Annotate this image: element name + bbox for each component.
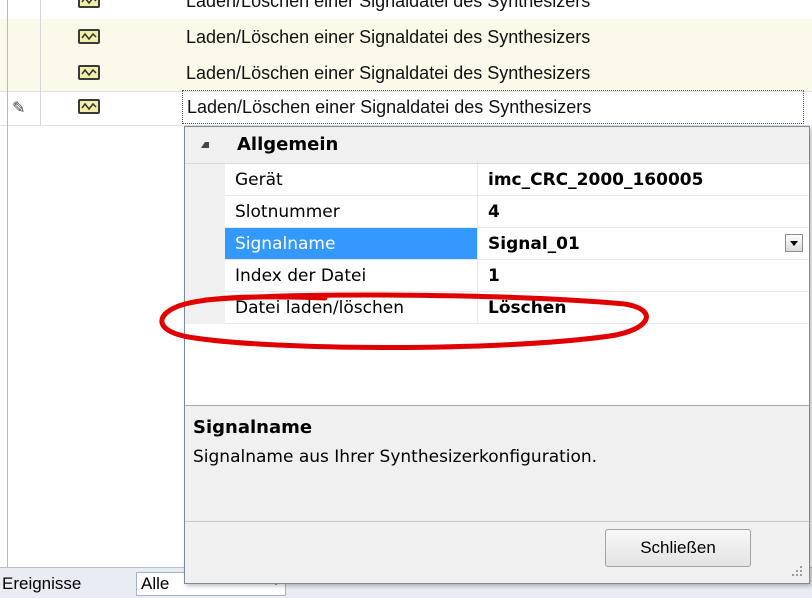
property-row-geraet[interactable]: Gerät imc_CRC_2000_160005 [185, 164, 809, 196]
category-header[interactable]: Allgemein [185, 127, 809, 164]
collapse-triangle-icon[interactable] [201, 142, 209, 148]
events-label: Ereignisse [2, 574, 82, 593]
property-popup: Allgemein Gerät imc_CRC_2000_160005 Slot… [184, 126, 810, 584]
property-name: Index der Datei [235, 266, 367, 286]
annotation-ellipse [159, 292, 649, 350]
events-filter-value: Alle [141, 574, 170, 593]
list-item-label: Laden/Löschen einer Signaldatei des Synt… [186, 27, 591, 47]
description-panel: Signalname Signalname aus Ihrer Synthesi… [185, 407, 809, 522]
property-name: Signalname [235, 234, 336, 254]
chevron-down-icon [790, 241, 798, 246]
property-row-signalname[interactable]: Signalname Signal_01 [185, 228, 809, 260]
list-item-active[interactable]: ✎ Laden/Löschen einer Signaldatei des Sy… [0, 89, 812, 126]
list-item[interactable]: Laden/Löschen einer Signaldatei des Synt… [0, 55, 812, 92]
list-item-label: Laden/Löschen einer Signaldatei des Synt… [186, 0, 591, 11]
edit-pencil-icon: ✎ [12, 98, 26, 117]
property-value: imc_CRC_2000_160005 [488, 170, 704, 190]
description-title: Signalname [193, 417, 313, 438]
close-button[interactable]: Schließen [605, 529, 751, 567]
list-item-label: Laden/Löschen einer Signaldatei des Synt… [186, 63, 591, 83]
property-row-index[interactable]: Index der Datei 1 [185, 260, 809, 292]
property-row-slotnummer[interactable]: Slotnummer 4 [185, 196, 809, 228]
signal-waveform-icon [78, 0, 100, 8]
property-value: 1 [488, 266, 500, 286]
property-name: Gerät [235, 170, 283, 190]
property-name: Slotnummer [235, 202, 340, 222]
resize-grip-icon[interactable] [791, 565, 803, 577]
signal-waveform-icon [78, 65, 100, 80]
property-value: Signal_01 [488, 234, 580, 254]
list-item[interactable]: Laden/Löschen einer Signaldatei des Synt… [0, 0, 812, 20]
property-grid: Allgemein Gerät imc_CRC_2000_160005 Slot… [185, 127, 809, 406]
description-text: Signalname aus Ihrer Synthesizerkonfigur… [193, 447, 598, 467]
signal-waveform-icon [78, 99, 100, 114]
list-item[interactable]: Laden/Löschen einer Signaldatei des Synt… [0, 19, 812, 56]
category-label: Allgemein [237, 134, 339, 155]
list-item-label[interactable]: Laden/Löschen einer Signaldatei des Synt… [182, 90, 804, 124]
divider [7, 0, 8, 585]
signal-waveform-icon [78, 29, 100, 44]
signalname-dropdown-button[interactable] [785, 234, 803, 252]
property-value: 4 [488, 202, 500, 222]
